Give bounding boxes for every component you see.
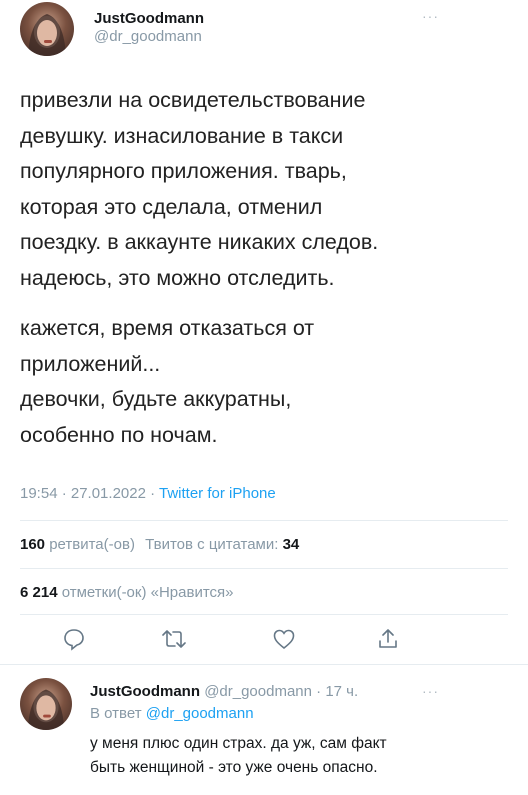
tweet-line: девушку. изнасилование в такси (20, 123, 344, 148)
reply-to-handle[interactable]: @dr_goodmann (146, 705, 254, 722)
retweets-label[interactable]: ретвита(-ов) (49, 536, 135, 553)
tweet-line: приложений... (20, 351, 161, 376)
tweet-source[interactable]: Twitter for iPhone (159, 485, 276, 502)
tweet-line: девочки, будьте аккуратны, (20, 387, 292, 412)
section-separator (0, 664, 528, 665)
retweet-stats: 160 ретвита(-ов) Твитов с цитатами: 34 (20, 536, 299, 553)
like-icon[interactable] (270, 625, 298, 653)
likes-label[interactable]: отметки(-ок) «Нравится» (62, 584, 234, 601)
tweet-meta: 19:54 · 27.01.2022 · Twitter for iPhone (20, 485, 276, 502)
likes-count[interactable]: 6 214 (20, 584, 58, 601)
reply-to-prefix: В ответ (90, 705, 146, 722)
share-icon[interactable] (374, 625, 402, 653)
tweet-line: которая это сделала, отменил (20, 194, 323, 219)
divider (20, 614, 508, 615)
more-options-icon[interactable]: ··· (422, 8, 439, 24)
tweet-line: надеюсь, это можно отследить. (20, 265, 335, 290)
tweet-timestamp[interactable]: 19:54 · 27.01.2022 · (20, 485, 159, 502)
likes-stats: 6 214 отметки(-ок) «Нравится» (20, 584, 234, 601)
reply-line: быть женщиной - это уже очень опасно. (90, 759, 378, 776)
tweet-line: популярного приложения. тварь, (20, 159, 347, 184)
author-name[interactable]: JustGoodmann (94, 10, 204, 27)
author-handle[interactable]: @dr_goodmann (94, 28, 202, 45)
reply-icon[interactable] (60, 625, 88, 653)
tweet-text-paragraph-2: кажется, время отказаться от приложений.… (20, 311, 500, 453)
tweet-line: особенно по ночам. (20, 422, 218, 447)
author-avatar[interactable] (20, 2, 74, 56)
retweet-icon[interactable] (160, 625, 188, 653)
divider (20, 568, 508, 569)
tweet-line: поездку. в аккаунте никаких следов. (20, 230, 379, 255)
reply-to-line: В ответ @dr_goodmann (90, 705, 254, 722)
divider (20, 520, 508, 521)
tweet-text: привезли на освидетельствование девушку.… (20, 83, 500, 297)
quotes-count[interactable]: 34 (283, 536, 300, 553)
reply-author-avatar[interactable] (20, 678, 72, 730)
tweet-line: привезли на освидетельствование (20, 88, 366, 112)
retweets-count[interactable]: 160 (20, 536, 45, 553)
tweet-line: кажется, время отказаться от (20, 316, 315, 340)
reply-text: у меня плюс один страх. да уж, сам факт … (90, 732, 510, 780)
reply-author-handle[interactable]: @dr_goodmann · 17 ч. (204, 683, 358, 700)
reply-more-options-icon[interactable]: ··· (422, 683, 439, 699)
reply-header: JustGoodmann @dr_goodmann · 17 ч. (90, 683, 358, 700)
quotes-label[interactable]: Твитов с цитатами: (145, 536, 278, 553)
reply-line: у меня плюс один страх. да уж, сам факт (90, 735, 387, 752)
reply-author-name[interactable]: JustGoodmann (90, 683, 200, 700)
